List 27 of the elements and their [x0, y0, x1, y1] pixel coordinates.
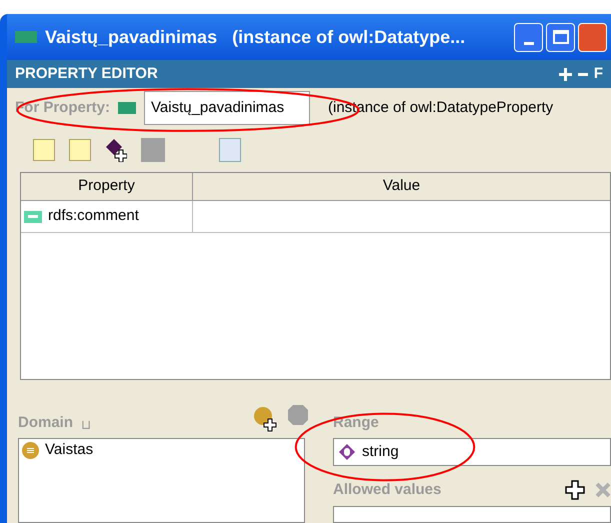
column-header[interactable]: Property	[21, 173, 193, 200]
plus-icon[interactable]	[565, 480, 585, 500]
table-cell[interactable]: rdfs:comment	[21, 201, 193, 232]
close-button[interactable]	[578, 22, 607, 52]
property-name-field[interactable]: Vaistų_pavadinimas	[144, 91, 310, 125]
minimize-button[interactable]	[514, 22, 543, 52]
header-letter[interactable]: F	[594, 62, 603, 86]
minus-icon[interactable]	[578, 72, 588, 76]
remove-icon	[595, 481, 611, 499]
datatype-icon	[338, 443, 356, 461]
column-header[interactable]: Value	[193, 173, 610, 200]
window-title: Vaistų_pavadinimas (instance of owl:Datatype...	[45, 26, 466, 49]
add-class-icon[interactable]	[253, 406, 279, 432]
domain-label: Domain	[18, 412, 74, 432]
add-diamond-icon[interactable]	[105, 138, 127, 162]
maximize-button[interactable]	[546, 22, 575, 52]
range-dropdown[interactable]: string	[333, 438, 611, 466]
annotation-property-icon	[24, 210, 42, 222]
property-icon	[15, 31, 37, 43]
property-icon	[118, 102, 136, 114]
range-label: Range	[333, 412, 379, 432]
domain-item[interactable]: Vaistas	[19, 439, 304, 461]
class-icon	[22, 442, 39, 458]
panel-title: PROPERTY EDITOR	[15, 64, 158, 84]
remove-class-icon	[287, 404, 311, 428]
domain-symbol: ⊔	[81, 416, 92, 434]
allowed-values-label: Allowed values	[333, 480, 442, 500]
